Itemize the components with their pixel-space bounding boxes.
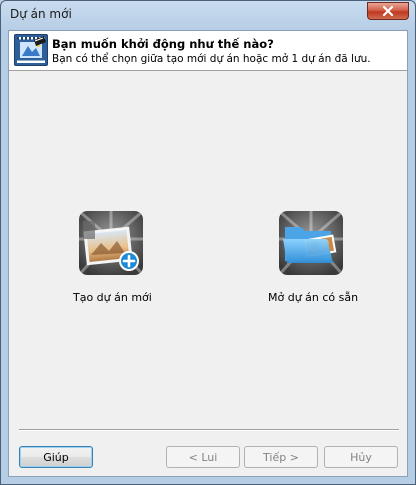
open-project-icon[interactable] <box>279 211 343 275</box>
footer-separator <box>19 429 399 431</box>
help-button[interactable]: Giúp <box>19 446 93 468</box>
close-button[interactable] <box>367 2 409 20</box>
title-bar[interactable]: Dự án mới <box>1 1 415 27</box>
dialog-content: Bạn muốn khởi động như thế nào? Bạn có t… <box>8 30 408 477</box>
new-project-icon[interactable] <box>79 211 143 275</box>
header-title: Bạn muốn khởi động như thế nào? <box>52 37 274 51</box>
dialog-header: Bạn muốn khởi động như thế nào? Bạn có t… <box>9 31 407 71</box>
header-subtitle: Bạn có thể chọn giữa tạo mới dự án hoặc … <box>52 53 371 65</box>
film-app-icon <box>14 34 48 66</box>
dialog-window: Dự án mới Bạn muốn khởi động như thế nào… <box>0 0 416 485</box>
next-button[interactable]: Tiếp > <box>244 446 318 468</box>
back-button[interactable]: < Lui <box>166 446 240 468</box>
cancel-button[interactable]: Hủy <box>324 446 398 468</box>
open-project-label[interactable]: Mở dự án có sẵn <box>268 291 358 304</box>
close-icon <box>382 6 394 16</box>
new-project-label[interactable]: Tạo dự án mới <box>73 291 152 304</box>
window-title: Dự án mới <box>10 7 72 21</box>
